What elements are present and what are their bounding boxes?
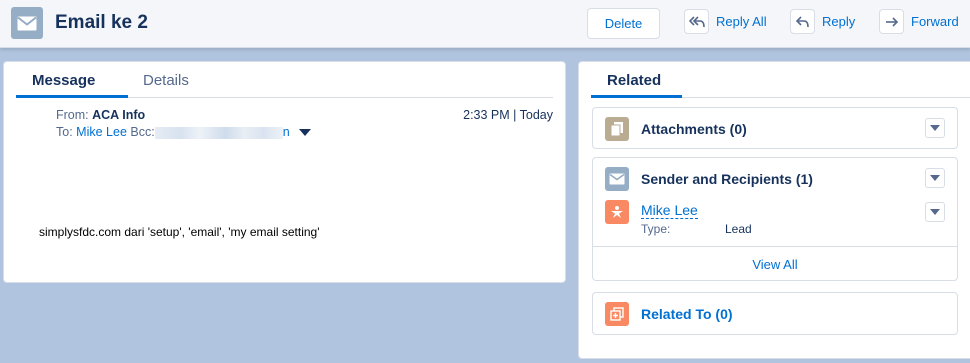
attachments-card: Attachments (0)	[592, 107, 958, 149]
related-to-title[interactable]: Related To (0)	[641, 306, 733, 322]
redacted-bcc	[154, 126, 283, 139]
tab-related[interactable]: Related	[607, 72, 661, 89]
from-value: ACA Info	[92, 108, 146, 122]
to-line: To: Mike Lee Bcc: n	[56, 125, 312, 139]
related-panel: Related Attachments (0) Sender and Recip…	[578, 61, 970, 359]
recipient-type-value: Lead	[725, 222, 752, 236]
to-recipient-link[interactable]: Mike Lee	[76, 125, 127, 139]
lead-icon	[605, 200, 629, 224]
related-tabs: Related	[591, 62, 970, 98]
forward-icon	[879, 9, 904, 34]
to-label: To:	[56, 125, 73, 139]
chevron-down-icon	[930, 125, 940, 131]
reply-icon	[790, 9, 815, 34]
record-header: Email ke 2 Delete Reply All Reply Forwar…	[0, 0, 970, 48]
recipient-menu-button[interactable]	[925, 202, 945, 222]
expand-recipients-icon[interactable]	[299, 129, 312, 137]
tab-details[interactable]: Details	[143, 72, 189, 89]
view-all-link[interactable]: View All	[593, 257, 957, 272]
chevron-down-icon	[930, 209, 940, 215]
from-label: From:	[56, 108, 89, 122]
bcc-label: Bcc:	[130, 125, 155, 139]
timestamp: 2:33 PM | Today	[463, 108, 553, 122]
reply-button[interactable]: Reply	[790, 9, 855, 34]
recipient-name-link[interactable]: Mike Lee	[641, 202, 698, 219]
sender-recipients-card: Sender and Recipients (1) Mike Lee Type:…	[592, 157, 958, 281]
email-icon	[11, 7, 43, 39]
attachment-icon	[605, 117, 629, 141]
forward-button[interactable]: Forward	[879, 9, 959, 34]
from-line: From: ACA Info	[56, 108, 145, 122]
delete-button[interactable]: Delete	[587, 8, 660, 39]
reply-label: Reply	[822, 14, 856, 29]
forward-label: Forward	[911, 14, 959, 29]
recipients-menu-button[interactable]	[925, 168, 945, 188]
message-panel: Message Details From: ACA Info 2:33 PM |…	[3, 61, 566, 283]
record-title: Email ke 2	[55, 12, 148, 33]
email-body: simplysfdc.com dari 'setup', 'email', 'm…	[39, 225, 320, 239]
active-tab-indicator	[16, 95, 128, 98]
recipient-type-label: Type:	[641, 222, 671, 236]
reply-all-label: Reply All	[716, 14, 767, 29]
active-tab-indicator	[591, 95, 682, 98]
related-to-card: Related To (0)	[592, 292, 958, 335]
chevron-down-icon	[930, 175, 940, 181]
recipients-title[interactable]: Sender and Recipients (1)	[641, 171, 813, 187]
related-to-icon	[605, 302, 629, 326]
reply-all-button[interactable]: Reply All	[684, 9, 767, 34]
attachments-menu-button[interactable]	[925, 118, 945, 138]
bcc-tail: n	[282, 125, 290, 139]
attachments-title[interactable]: Attachments (0)	[641, 121, 747, 137]
message-tabs: Message Details	[16, 62, 553, 98]
tab-message[interactable]: Message	[32, 72, 95, 89]
divider	[593, 246, 957, 247]
reply-all-icon	[684, 9, 709, 34]
email-icon	[605, 167, 629, 191]
